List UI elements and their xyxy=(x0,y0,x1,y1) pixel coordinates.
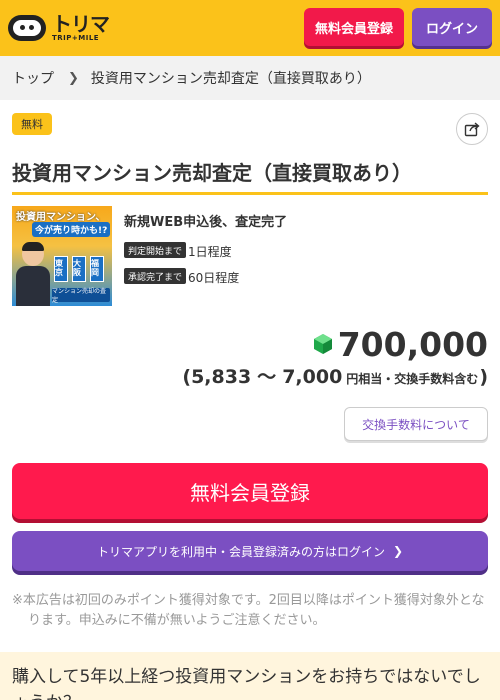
logo-subtext: TRIP+MILE xyxy=(52,34,100,42)
share-icon xyxy=(464,122,480,137)
exchange-fee-info-button[interactable]: 交換手数料について xyxy=(344,407,488,441)
offer-thumbnail: 投資用マンション、 今が売り時かも!? 東京 大阪 福岡 マンション売却の査定 xyxy=(12,206,112,306)
tag-judgement-start-value: 1日程度 xyxy=(188,245,232,259)
tag-approval-complete: 承認完了まで xyxy=(124,268,187,284)
offer-title: 投資用マンション売却査定（直接買取あり） xyxy=(12,157,488,195)
thumbnail-person xyxy=(16,242,50,306)
chevron-right-icon: ❯ xyxy=(68,70,79,86)
thumbnail-city-osaka: 大阪 xyxy=(72,256,86,282)
breadcrumb-current: 投資用マンション売却査定（直接買取あり） xyxy=(90,71,371,87)
thumbnail-footer: マンション売却の査定 xyxy=(52,288,110,304)
trima-logo[interactable]: トリマ TRIP+MILE xyxy=(8,12,110,44)
range-high: 7,000 xyxy=(282,366,343,388)
chevron-right-icon: ❯ xyxy=(392,544,404,558)
range-close-paren: ) xyxy=(479,366,488,388)
header: トリマ TRIP+MILE 無料会員登録 ログイン xyxy=(0,0,500,56)
header-register-button[interactable]: 無料会員登録 xyxy=(304,8,404,46)
price-row: 700,000 xyxy=(0,322,488,366)
disclaimer-note: ※本広告は初回のみポイント獲得対象です。2回目以降はポイント獲得対象外となります… xyxy=(12,593,485,628)
header-login-button[interactable]: ログイン xyxy=(412,8,492,46)
breadcrumb: トップ ❯ 投資用マンション売却査定（直接買取あり） xyxy=(0,56,500,100)
app-login-button[interactable]: トリマアプリを利用中・会員登録済みの方はログイン ❯ xyxy=(12,531,488,571)
promo-text: 購入して5年以上経つ投資用マンションをお持ちではないでしょうか？ xyxy=(0,652,500,700)
offer-condition: 新規WEB申込後、査定完了 xyxy=(124,215,288,230)
price-range: ( 5,833 〜 7,000 円相当・交換手数料含む ) xyxy=(182,362,488,389)
range-suffix: 円相当・交換手数料含む xyxy=(346,372,479,386)
point-gem-icon xyxy=(313,334,332,354)
breadcrumb-home-link[interactable]: トップ xyxy=(12,68,54,88)
logo-mascot-icon xyxy=(8,15,46,41)
logo-text: トリマ xyxy=(52,12,110,36)
free-badge: 無料 xyxy=(12,113,52,135)
register-button[interactable]: 無料会員登録 xyxy=(12,463,488,519)
thumbnail-subheadline: 今が売り時かも!? xyxy=(32,222,111,237)
tag-approval-complete-value: 60日程度 xyxy=(188,271,240,285)
thumbnail-headline: 投資用マンション、 xyxy=(16,212,106,223)
range-tilde: 〜 xyxy=(257,366,277,388)
thumbnail-city-tokyo: 東京 xyxy=(54,256,68,282)
range-open-paren: ( xyxy=(182,366,192,388)
tag-judgement-start: 判定開始まで xyxy=(124,242,187,258)
share-button[interactable] xyxy=(456,113,488,145)
point-price: 700,000 xyxy=(337,324,488,364)
app-login-label: トリマアプリを利用中・会員登録済みの方はログイン xyxy=(96,544,385,559)
range-low: 5,833 xyxy=(191,366,252,388)
thumbnail-city-fukuoka: 福岡 xyxy=(90,256,104,282)
